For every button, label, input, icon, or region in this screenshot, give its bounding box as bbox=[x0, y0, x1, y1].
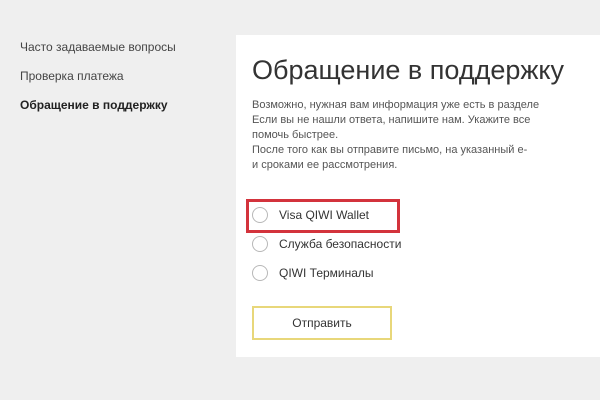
page: Часто задаваемые вопросы Проверка платеж… bbox=[0, 0, 600, 400]
radio-button[interactable] bbox=[252, 235, 268, 252]
intro-line: Если вы не нашли ответа, напишите нам. У… bbox=[252, 114, 531, 126]
intro-line: После того как вы отправите письмо, на у… bbox=[252, 144, 528, 156]
radio-label: Служба безопасности bbox=[279, 236, 402, 251]
radio-option-visa-qiwi-wallet[interactable]: Visa QIWI Wallet bbox=[246, 199, 472, 233]
sidebar-item-faq[interactable]: Часто задаваемые вопросы bbox=[20, 40, 230, 55]
radio-option-security-service[interactable]: Служба безопасности bbox=[252, 229, 472, 258]
support-form-panel: Обращение в поддержку Возможно, нужная в… bbox=[236, 35, 600, 357]
sidebar-item-payment-check[interactable]: Проверка платежа bbox=[20, 69, 230, 84]
radio-button[interactable] bbox=[252, 264, 268, 281]
radio-label: Visa QIWI Wallet bbox=[279, 207, 370, 222]
radio-label: QIWI Терминалы bbox=[279, 265, 374, 280]
radio-button[interactable] bbox=[252, 206, 268, 223]
submit-button[interactable]: Отправить bbox=[252, 306, 392, 340]
intro-line: помочь быстрее. bbox=[252, 129, 339, 141]
topic-radio-group: Visa QIWI Wallet Служба безопасности QIW… bbox=[246, 199, 472, 287]
sidebar-item-support-request[interactable]: Обращение в поддержку bbox=[20, 98, 230, 113]
radio-option-qiwi-terminals[interactable]: QIWI Терминалы bbox=[252, 258, 472, 287]
page-title: Обращение в поддержку bbox=[252, 55, 565, 85]
intro-line: и сроками ее рассмотрения. bbox=[252, 159, 398, 171]
intro-line: Возможно, нужная вам информация уже есть… bbox=[252, 99, 540, 111]
intro-text: Возможно, нужная вам информация уже есть… bbox=[252, 98, 600, 173]
sidebar: Часто задаваемые вопросы Проверка платеж… bbox=[20, 40, 230, 127]
